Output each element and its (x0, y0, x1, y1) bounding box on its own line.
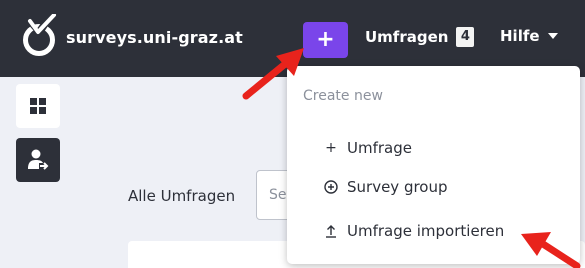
surveys-nav-label: Umfragen (365, 28, 449, 46)
user-switch-button[interactable] (16, 138, 60, 182)
surveys-nav-link[interactable]: Umfragen 4 (365, 27, 475, 47)
brand-link[interactable]: surveys.uni-graz.at (16, 14, 243, 60)
chevron-down-icon (547, 33, 558, 39)
menu-item-import-survey[interactable]: Umfrage importieren (323, 222, 504, 240)
help-menu[interactable]: Hilfe (500, 27, 558, 45)
dropdown-header: Create new (303, 88, 383, 104)
annotation-arrow-icon (242, 48, 304, 100)
all-surveys-label: Alle Umfragen (128, 187, 236, 205)
menu-item-survey-group[interactable]: Survey group (323, 178, 448, 196)
brand-name: surveys.uni-graz.at (66, 27, 243, 47)
menu-item-create-survey[interactable]: + Umfrage (323, 139, 412, 157)
menu-item-label: Umfrage importieren (347, 222, 505, 240)
menu-item-label: Survey group (347, 178, 448, 196)
grid-icon (30, 98, 46, 114)
limesurvey-logo-icon (23, 14, 56, 56)
menu-item-label: Umfrage (347, 139, 412, 157)
user-arrow-icon (28, 149, 49, 170)
plus-icon: + (325, 140, 337, 156)
dashboard-grid-button[interactable] (16, 84, 60, 128)
upload-icon (326, 225, 336, 238)
annotation-arrow-icon (521, 232, 581, 268)
help-menu-label: Hilfe (500, 27, 540, 45)
circle-plus-icon (324, 180, 338, 194)
surveys-count-badge: 4 (456, 27, 475, 47)
create-new-button[interactable]: + (303, 22, 348, 58)
